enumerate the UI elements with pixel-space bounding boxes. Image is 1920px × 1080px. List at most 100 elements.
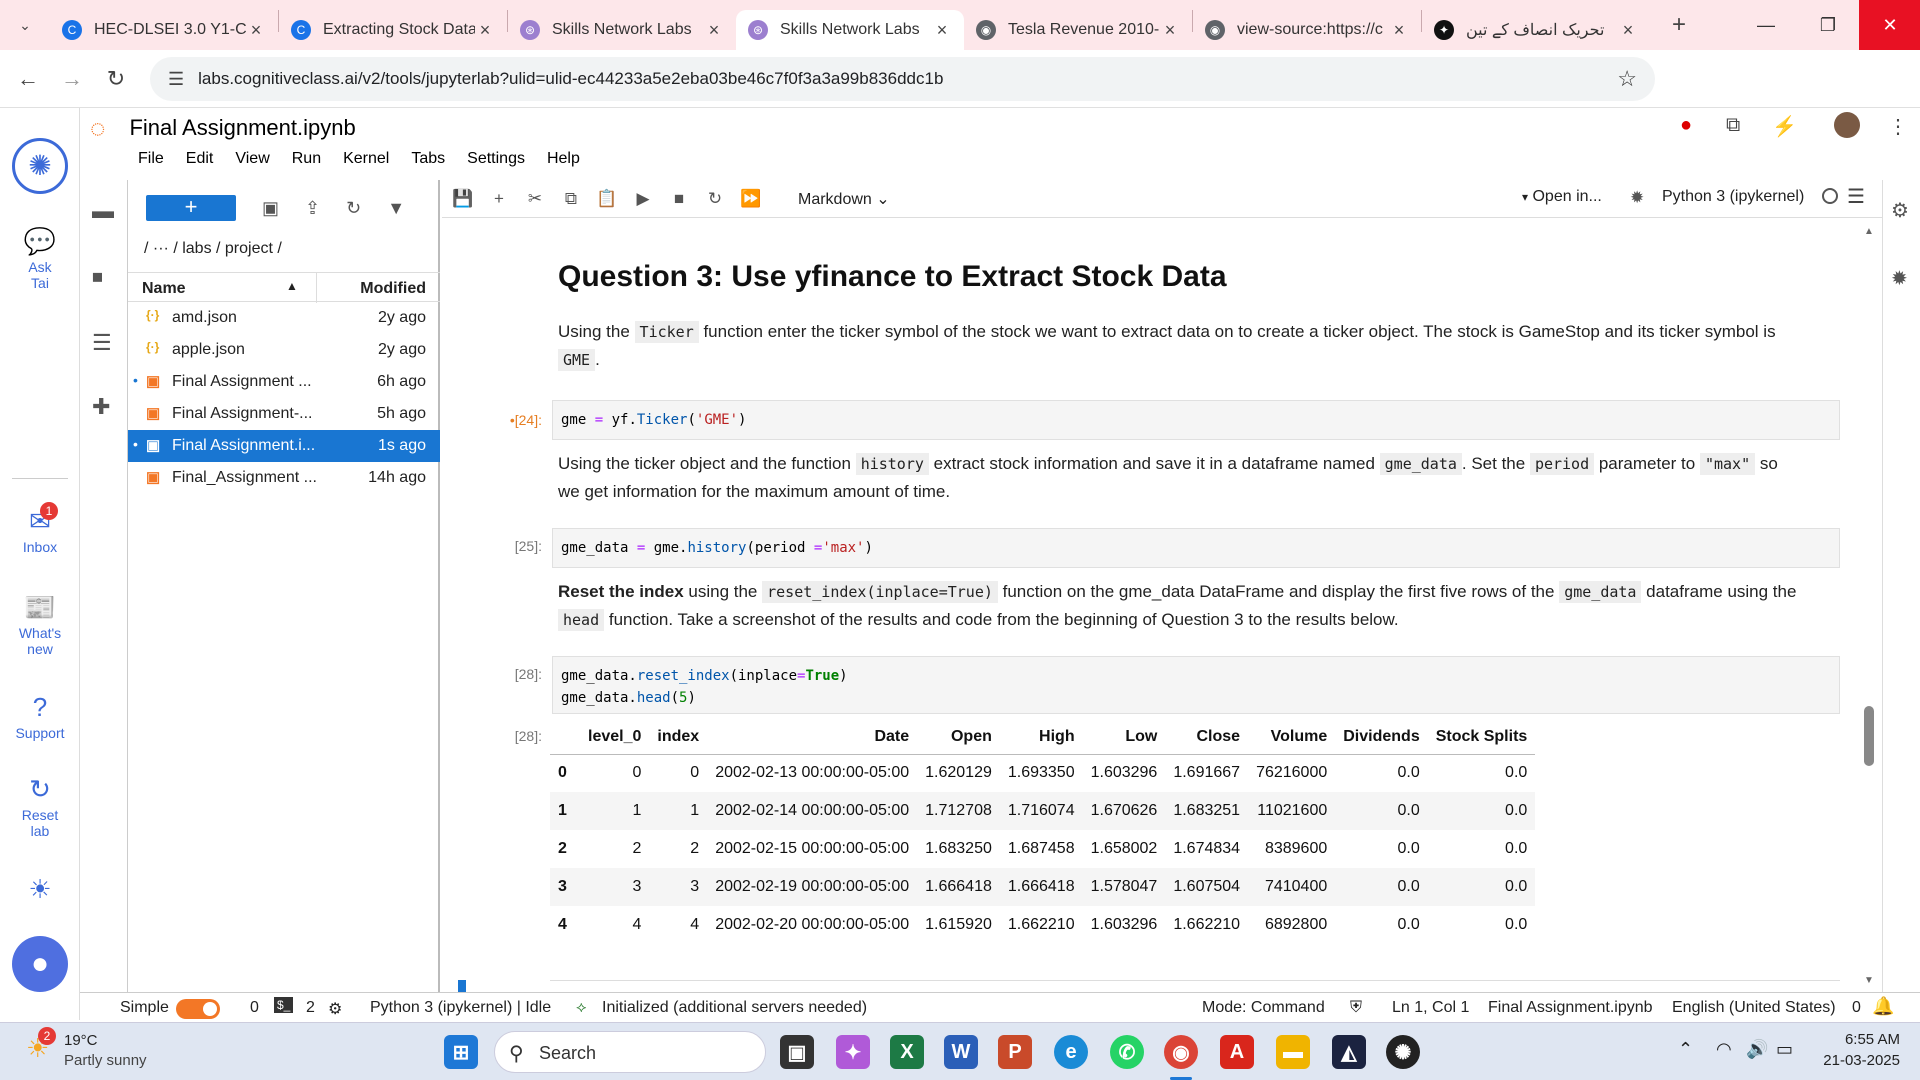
menu-item-view[interactable]: View <box>235 150 269 174</box>
menu-item-tabs[interactable]: Tabs <box>411 150 445 174</box>
profile-avatar[interactable] <box>1834 112 1860 138</box>
browser-tab[interactable]: ◉ view-source:https://c × <box>1193 10 1421 50</box>
wifi-icon[interactable]: ◠ <box>1716 1039 1732 1060</box>
user-avatar[interactable]: ● <box>12 936 68 992</box>
taskbar-search[interactable]: ⚲ Search <box>494 1031 766 1073</box>
code-cell-history[interactable]: gme_data = gme.history(period ='max') <box>552 528 1840 568</box>
cursor-position[interactable]: Ln 1, Col 1 <box>1392 999 1469 1017</box>
battery-icon[interactable]: ▭ <box>1776 1039 1793 1060</box>
clock-date[interactable]: 21-03-2025 <box>1810 1052 1900 1069</box>
skills-network-logo[interactable]: ✺ <box>12 138 68 194</box>
reload-icon[interactable]: ↻ <box>94 66 138 92</box>
performance-icon[interactable]: ⚡ <box>1772 114 1797 139</box>
chrome-icon[interactable]: ◉ <box>1164 1035 1198 1069</box>
forward-icon[interactable]: → <box>50 66 94 92</box>
terminal-icon[interactable]: $_ <box>274 997 294 1013</box>
lsp-status-text[interactable]: Initialized (additional servers needed) <box>602 999 867 1017</box>
edge-icon[interactable]: e <box>1054 1035 1088 1069</box>
browser-tab[interactable]: ◉ Tesla Revenue 2010-2 × <box>964 10 1192 50</box>
code-cell-reset-index[interactable]: gme_data.reset_index(inplace=True) gme_d… <box>552 656 1840 714</box>
new-launcher-button[interactable]: + <box>146 195 236 221</box>
shield-icon[interactable]: ⛨ <box>1350 999 1362 1017</box>
insert-cell-icon[interactable]: + <box>488 189 510 209</box>
powerpoint-icon[interactable]: P <box>998 1035 1032 1069</box>
browser-tab[interactable]: ✦ تحریک انصاف کے تین × <box>1422 10 1650 50</box>
tab-close-icon[interactable]: × <box>932 20 952 41</box>
tab-close-icon[interactable]: × <box>1389 20 1409 41</box>
weather-temp[interactable]: 19°C <box>64 1032 98 1049</box>
record-extension-icon[interactable]: ● <box>1680 114 1692 137</box>
fast-forward-icon[interactable]: ⏩ <box>740 189 762 209</box>
breadcrumb[interactable]: / ··· / labs / project / <box>144 240 282 258</box>
inbox-button[interactable]: ✉ Inbox 1 <box>0 502 80 555</box>
copilot-icon[interactable]: ✦ <box>836 1035 870 1069</box>
debugger-icon[interactable]: ✹ <box>1891 266 1908 291</box>
menu-item-help[interactable]: Help <box>547 150 580 174</box>
new-tab-button[interactable]: + <box>1664 11 1694 39</box>
filter-icon[interactable]: ▼ <box>387 198 405 219</box>
language-indicator[interactable]: English (United States) <box>1672 999 1836 1017</box>
paste-icon[interactable]: 📋 <box>596 189 618 209</box>
bookmark-star-icon[interactable]: ☆ <box>1617 66 1637 92</box>
notebook-scrollbar[interactable]: ▲ ▼ <box>1862 226 1876 986</box>
minimize-button[interactable]: — <box>1735 0 1797 50</box>
back-icon[interactable]: ← <box>6 66 50 92</box>
tab-close-icon[interactable]: × <box>1160 20 1180 41</box>
whats-new-button[interactable]: 📰 What's new <box>0 592 80 657</box>
code-cell-ticker[interactable]: gme = yf.Ticker('GME') <box>552 400 1840 440</box>
reset-lab-button[interactable]: ↻ Reset lab <box>0 774 80 839</box>
markdown-cell-reset-index[interactable]: Reset the index using the reset_index(in… <box>558 578 1798 634</box>
extensions-icon[interactable]: ⧉ <box>1726 114 1740 137</box>
kernel-gear-icon[interactable]: ⚙ <box>328 999 342 1019</box>
close-window-button[interactable]: ✕ <box>1859 0 1920 50</box>
tab-close-icon[interactable]: × <box>246 20 266 41</box>
acrobat-icon[interactable]: A <box>1220 1035 1254 1069</box>
restart-icon[interactable]: ↻ <box>704 189 726 209</box>
hamburger-menu-icon[interactable]: ☰ <box>1847 184 1865 209</box>
property-inspector-icon[interactable]: ⚙ <box>1891 198 1909 223</box>
debugger-bug-icon[interactable]: ✹ <box>1630 188 1644 208</box>
kernel-status-text[interactable]: Python 3 (ipykernel) | Idle <box>370 999 551 1017</box>
table-of-contents-icon[interactable]: ☰ <box>92 330 112 356</box>
url-text[interactable]: labs.cognitiveclass.ai/v2/tools/jupyterl… <box>198 69 943 89</box>
cell-type-select[interactable]: Markdown ⌄ <box>798 189 890 209</box>
browser-tab[interactable]: C Extracting Stock Data × <box>279 10 507 50</box>
markdown-cell-history[interactable]: Using the ticker object and the function… <box>558 450 1798 506</box>
volume-icon[interactable]: 🔊 <box>1746 1039 1768 1060</box>
task-view-icon[interactable]: ▣ <box>780 1035 814 1069</box>
refresh-icon[interactable]: ↻ <box>346 198 361 219</box>
open-in-button[interactable]: ▾ Open in... <box>1522 188 1602 206</box>
file-row[interactable]: {·} amd.json 2y ago <box>128 302 440 334</box>
chevron-up-icon[interactable]: ⌃ <box>1678 1039 1693 1060</box>
browser-menu-icon[interactable]: ⋮ <box>1888 114 1908 139</box>
file-row[interactable]: ▣ Final_Assignment ... 14h ago <box>128 462 440 494</box>
kernel-name-button[interactable]: Python 3 (ipykernel) <box>1662 188 1804 206</box>
word-icon[interactable]: W <box>944 1035 978 1069</box>
file-row[interactable]: {·} apple.json 2y ago <box>128 334 440 366</box>
run-icon[interactable]: ▶ <box>632 189 654 209</box>
scroll-down-icon[interactable]: ▼ <box>1864 975 1874 986</box>
menu-item-kernel[interactable]: Kernel <box>343 150 389 174</box>
windows-start-icon[interactable]: ⊞ <box>444 1035 478 1069</box>
extension-manager-icon[interactable]: ✚ <box>92 394 110 420</box>
tab-close-icon[interactable]: × <box>475 20 495 41</box>
markdown-cell-q3-intro[interactable]: Using the Ticker function enter the tick… <box>558 318 1798 374</box>
browser-tab[interactable]: ⊛ Skills Network Labs × <box>736 10 964 50</box>
tab-search-dropdown-icon[interactable]: ⌄ <box>8 8 42 42</box>
chatgpt-icon[interactable]: ✺ <box>1386 1035 1420 1069</box>
save-icon[interactable]: 💾 <box>452 189 474 209</box>
menu-item-edit[interactable]: Edit <box>186 150 214 174</box>
theme-toggle-icon[interactable]: ☀ <box>0 874 80 905</box>
simple-mode-toggle[interactable] <box>176 999 220 1019</box>
omnibox[interactable]: ☰ labs.cognitiveclass.ai/v2/tools/jupyte… <box>150 57 1655 101</box>
folder-icon[interactable]: ▬ <box>92 198 114 224</box>
file-explorer-icon[interactable]: ▬ <box>1276 1035 1310 1069</box>
browser-tab[interactable]: C HEC-DLSEI 3.0 Y1-C1 × <box>50 10 278 50</box>
new-folder-icon[interactable]: ▣ <box>262 198 279 219</box>
menu-item-run[interactable]: Run <box>292 150 321 174</box>
excel-icon[interactable]: X <box>890 1035 924 1069</box>
restore-button[interactable]: ❐ <box>1797 0 1859 50</box>
scrollbar-thumb[interactable] <box>1864 706 1874 766</box>
upload-icon[interactable]: ⇪ <box>305 198 320 219</box>
running-sessions-icon[interactable]: ⏹ <box>92 264 103 290</box>
